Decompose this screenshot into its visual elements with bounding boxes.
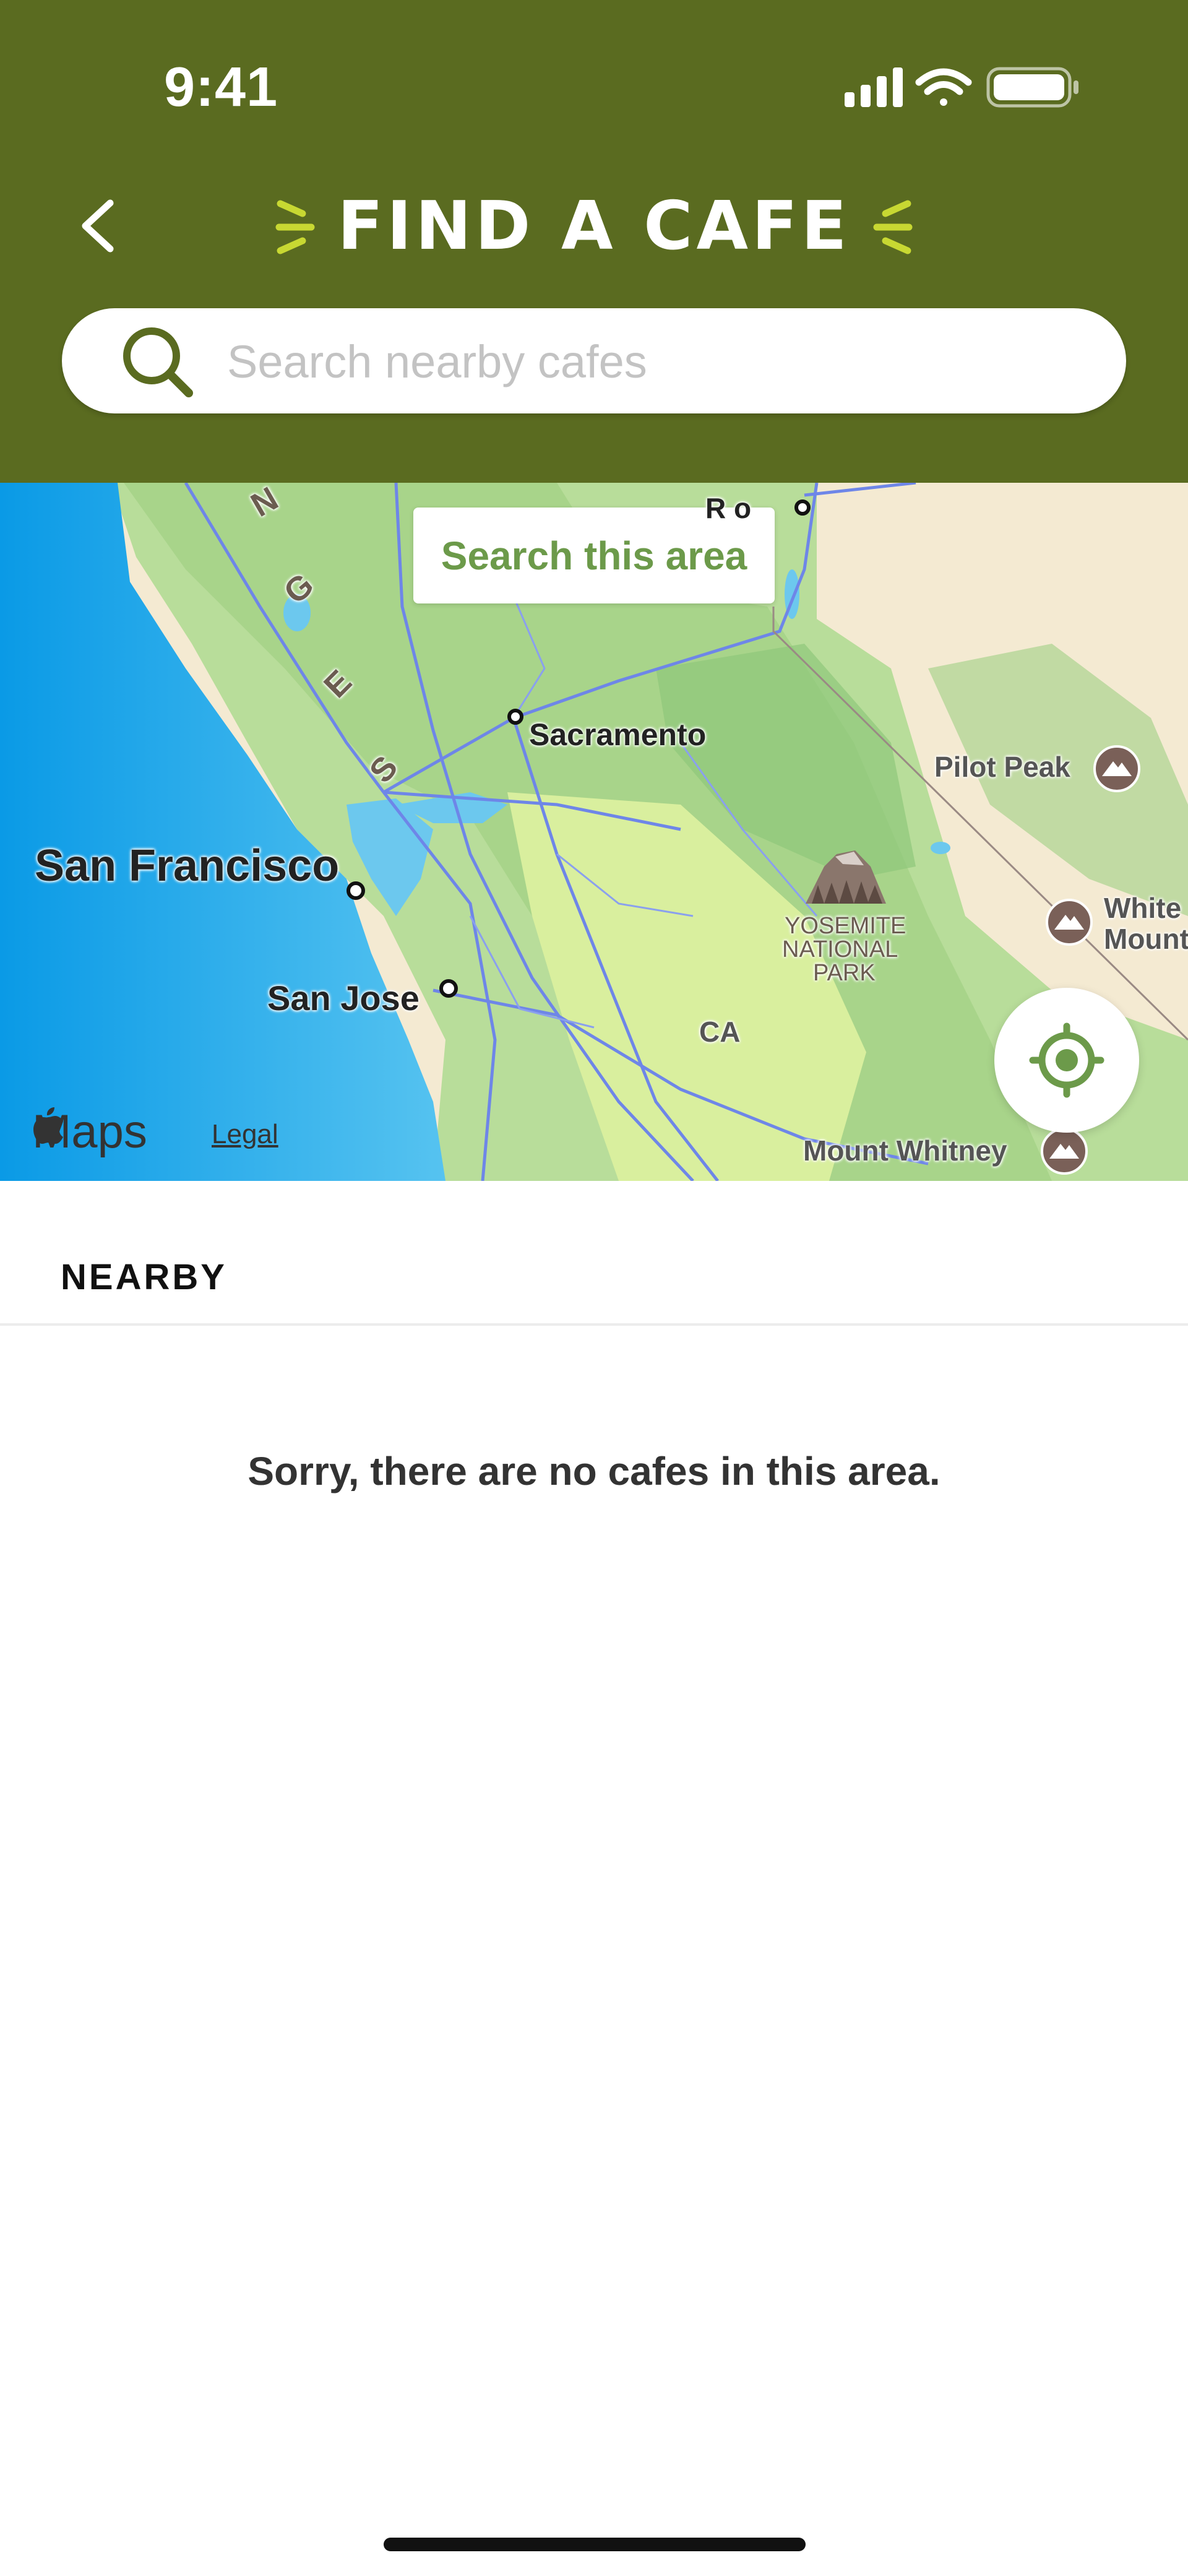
status-time: 9:41 bbox=[164, 56, 278, 118]
left-sparkle-icon bbox=[275, 200, 315, 254]
map-label-mount-whitney: Mount Whitney bbox=[803, 1135, 1007, 1167]
apple-logo-icon bbox=[33, 1107, 63, 1144]
wifi-icon bbox=[915, 68, 972, 106]
search-bar[interactable] bbox=[62, 308, 1126, 415]
status-icons bbox=[845, 67, 1078, 108]
map-label-reno: R o bbox=[705, 492, 752, 524]
empty-state-message: Sorry, there are no cafes in this area. bbox=[248, 1449, 940, 1493]
mountain-peak-icon bbox=[1093, 745, 1140, 792]
battery-icon bbox=[986, 67, 1078, 108]
national-park-icon bbox=[806, 850, 886, 904]
map-label-yosemite-3: PARK bbox=[813, 960, 876, 986]
mountain-peak-icon bbox=[1041, 1128, 1088, 1175]
page-title: FIND A CAFE bbox=[337, 187, 851, 265]
home-indicator[interactable] bbox=[384, 2538, 806, 2551]
map-label-white-1: White bbox=[1104, 892, 1182, 924]
map-label-yosemite-2: NATIONAL bbox=[782, 936, 898, 962]
map-label-san-jose: San Jose bbox=[267, 979, 420, 1018]
apple-maps-logo: Maps bbox=[32, 1105, 147, 1159]
nearby-heading: NEARBY bbox=[61, 1257, 227, 1297]
right-sparkle-icon bbox=[873, 200, 913, 254]
map-label-ca: CA bbox=[699, 1016, 741, 1048]
map-label-yosemite-1: YOSEMITE bbox=[785, 913, 906, 939]
locate-icon bbox=[1029, 1022, 1104, 1098]
legal-link[interactable]: Legal bbox=[212, 1119, 278, 1150]
map-label-pilot-peak: Pilot Peak bbox=[934, 751, 1070, 783]
map[interactable]: Search this area N G E S R o Sacramento … bbox=[0, 483, 1188, 1181]
map-label-san-francisco: San Francisco bbox=[35, 841, 340, 891]
search-input[interactable] bbox=[226, 308, 1082, 415]
map-label-white-2: Mount bbox=[1104, 923, 1188, 955]
signal-icon bbox=[845, 67, 903, 107]
header: 9:41 FIND A CAFE Search nearby cafes bbox=[0, 0, 1188, 483]
map-label-sacramento: Sacramento bbox=[529, 717, 707, 752]
divider bbox=[0, 1323, 1188, 1326]
title-wrap: FIND A CAFE bbox=[0, 186, 1188, 266]
mountain-peak-icon bbox=[1046, 899, 1093, 946]
locate-me-button[interactable] bbox=[994, 988, 1139, 1133]
search-icon bbox=[123, 327, 193, 397]
